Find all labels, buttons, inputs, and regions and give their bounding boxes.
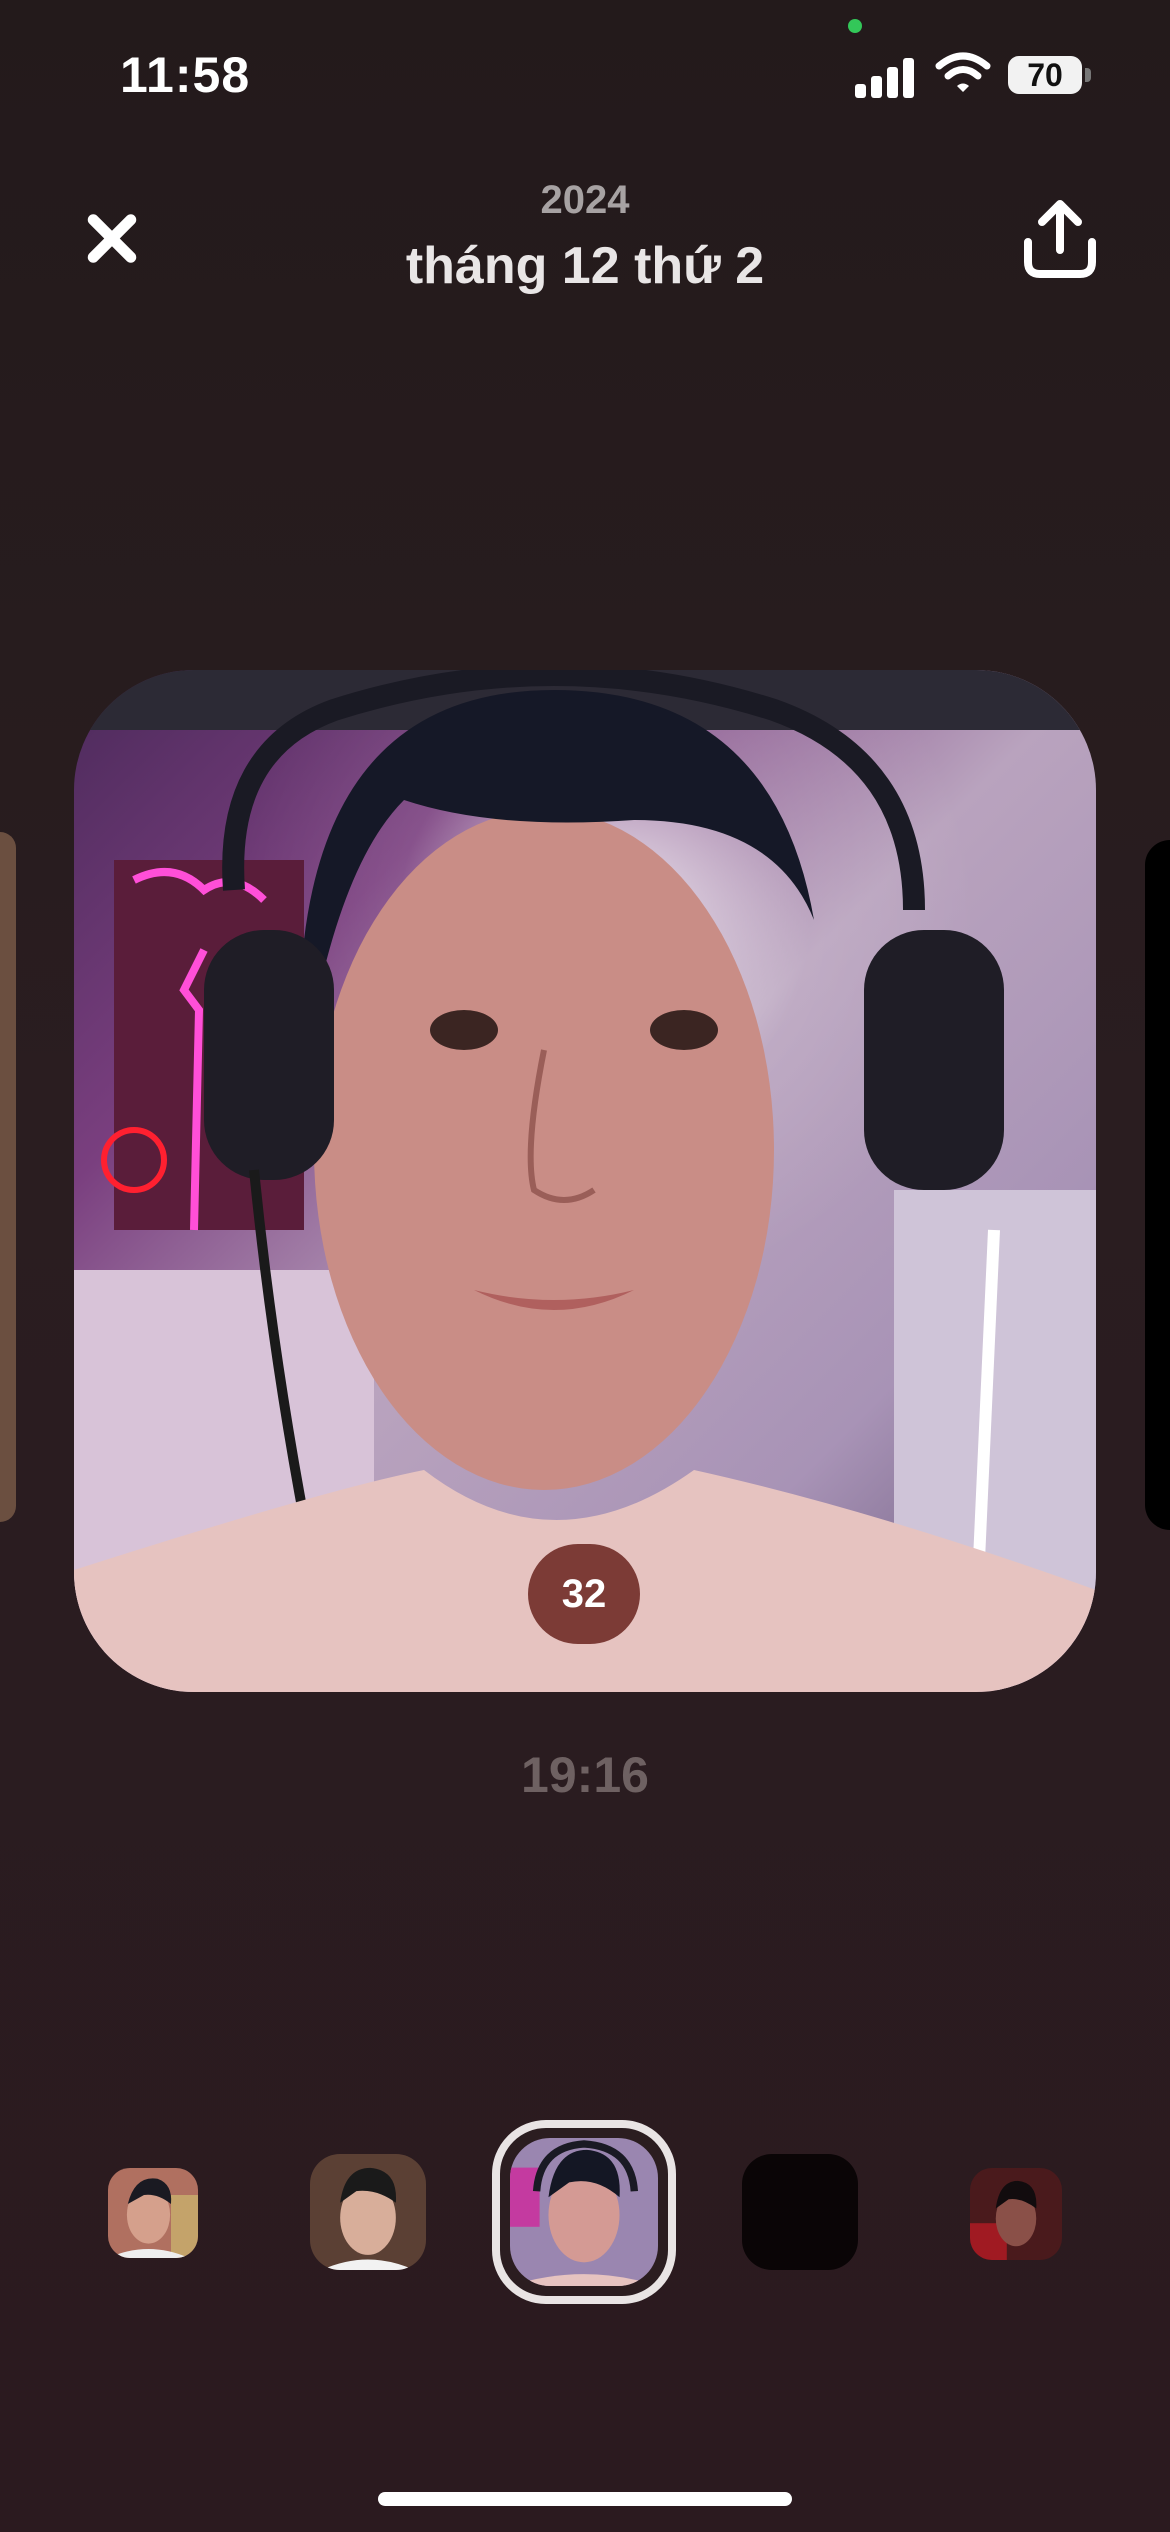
thumbnail-item[interactable] — [742, 2154, 858, 2270]
camera-indicator-dot — [848, 19, 862, 33]
home-indicator[interactable] — [378, 2492, 792, 2506]
photo-card[interactable] — [74, 670, 1096, 1692]
thumbnail-item[interactable] — [970, 2168, 1062, 2260]
previous-photo-peek[interactable] — [0, 832, 16, 1522]
next-photo-peek[interactable] — [1145, 840, 1170, 1530]
battery-tip — [1085, 68, 1091, 82]
cellular-signal-icon — [855, 52, 915, 98]
battery-icon: 70 — [1008, 56, 1082, 94]
thumbnail-photo — [108, 2168, 198, 2258]
likes-badge[interactable]: 32 — [528, 1544, 640, 1644]
wifi-icon — [935, 52, 991, 92]
thumbnail-photo — [970, 2168, 1062, 2260]
thumbnail-photo — [310, 2154, 426, 2270]
header-year: 2024 — [540, 178, 630, 222]
share-icon[interactable] — [1018, 198, 1102, 282]
status-time: 11:58 — [120, 47, 251, 103]
selfie-photo — [74, 670, 1096, 1692]
status-bar: 11:58 70 — [0, 0, 1170, 150]
header-date: tháng 12 thứ 2 — [405, 237, 765, 295]
thumbnail-item[interactable] — [108, 2168, 198, 2258]
thumbnail-photo — [510, 2138, 658, 2286]
thumbnail-item-selected[interactable] — [492, 2120, 676, 2304]
thumbnail-item[interactable] — [310, 2154, 426, 2270]
photo-time: 19:16 — [521, 1747, 649, 1803]
